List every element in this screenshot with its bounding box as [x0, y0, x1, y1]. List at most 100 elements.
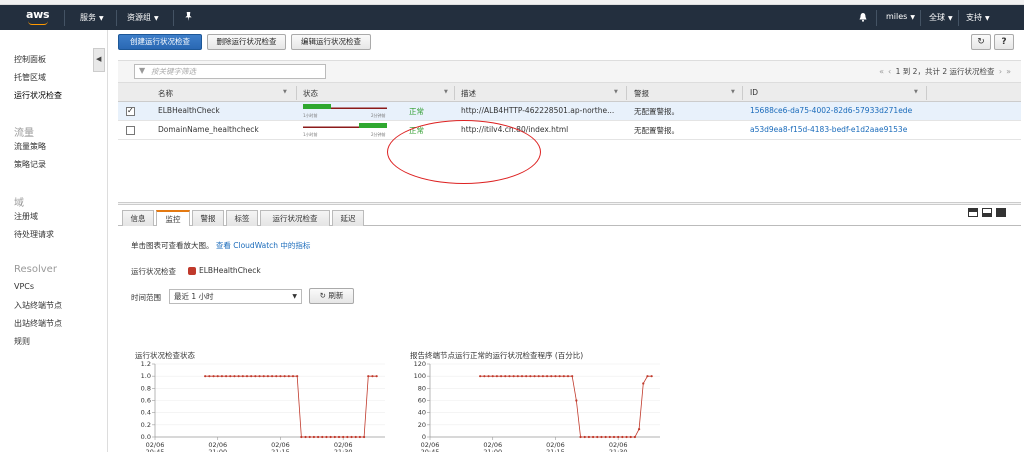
data-point: [312, 435, 316, 439]
split-pane-divider[interactable]: [118, 202, 1021, 205]
support-label: 支持: [966, 13, 982, 22]
x-tick-label: 21:30: [609, 448, 628, 452]
region-label: 全球: [929, 13, 945, 22]
time-range-value: 最近 1 小时: [174, 292, 214, 301]
data-point: [487, 375, 490, 378]
support-menu[interactable]: 支持 ▼: [966, 12, 990, 23]
status-sparkline: 1小时前 2分钟前: [303, 123, 387, 137]
red-circle-annotation: [387, 120, 541, 184]
tab-health-checkers[interactable]: 运行状况检查: [260, 210, 330, 226]
sidebar-item-health-checks[interactable]: 运行状况检查: [14, 90, 62, 101]
resource-groups-menu[interactable]: 资源组 ▼: [127, 12, 159, 23]
y-tick-label: 0.8: [141, 384, 151, 392]
spark-right-label: 2分钟前: [371, 131, 386, 137]
services-label: 服务: [80, 13, 96, 22]
data-point: [646, 375, 649, 378]
first-page-icon[interactable]: «: [879, 67, 884, 76]
data-point: [308, 435, 311, 439]
table-row[interactable]: DomainName_healthcheck 1小时前 2分钟前 正常 http…: [118, 121, 1021, 140]
y-tick-label: 60: [418, 397, 426, 405]
col-name[interactable]: 名称: [158, 88, 173, 99]
prev-page-icon[interactable]: ‹: [888, 67, 891, 76]
user-label: miles: [886, 12, 908, 21]
y-tick-label: 0.6: [141, 397, 151, 405]
sidebar-item-vpcs[interactable]: VPCs: [14, 282, 34, 291]
health-status-chart[interactable]: 0.00.20.40.60.81.01.202/0620:4502/0621:0…: [128, 360, 388, 452]
data-point: [587, 435, 591, 439]
sort-caret-icon[interactable]: ▼: [614, 89, 618, 95]
sidebar-item-pending-requests[interactable]: 待处理请求: [14, 229, 54, 240]
delete-health-check-button[interactable]: 删除运行状况检查: [207, 34, 286, 50]
healthy-percentage-chart[interactable]: 02040608010012002/0620:4502/0621:0002/06…: [403, 360, 663, 452]
tab-alarms[interactable]: 警报: [192, 210, 224, 226]
layout-full-icon[interactable]: [996, 208, 1006, 217]
sidebar-item-dashboard[interactable]: 控制面板: [14, 54, 46, 65]
aws-logo[interactable]: aws: [26, 8, 52, 26]
sidebar-section-traffic: 流量: [14, 128, 34, 139]
row-name: DomainName_healthcheck: [158, 125, 259, 134]
edit-health-check-button[interactable]: 编辑运行状况检查: [291, 34, 371, 50]
sidebar-item-policy-records[interactable]: 策略记录: [14, 159, 46, 170]
filter-row: ▼ « ‹ 1 到 2，共计 2 运行状况检查 › »: [118, 60, 1021, 82]
data-point: [266, 375, 270, 378]
time-range-select[interactable]: 最近 1 小时 ▼: [169, 289, 302, 304]
data-point: [321, 435, 324, 439]
layout-split-icon[interactable]: [982, 208, 992, 217]
refresh-icon: ↻: [319, 291, 326, 300]
col-alarms[interactable]: 警报: [634, 88, 649, 99]
data-point: [508, 375, 511, 378]
services-menu[interactable]: 服务 ▼: [80, 12, 104, 23]
y-tick-label: 0: [422, 433, 426, 441]
col-id[interactable]: ID: [750, 88, 758, 97]
bell-icon[interactable]: [858, 12, 868, 22]
sidebar-collapse-toggle[interactable]: ◀: [93, 48, 105, 72]
tab-info[interactable]: 信息: [122, 210, 154, 226]
data-point: [304, 435, 307, 439]
sort-caret-icon[interactable]: ▼: [914, 89, 918, 95]
row-alarm: 无配置警报。: [634, 126, 679, 135]
refresh-button[interactable]: ↻ 刷新: [309, 288, 354, 304]
health-check-label: 运行状况检查: [131, 267, 176, 276]
sidebar-item-registered-domains[interactable]: 注册域: [14, 211, 38, 222]
sidebar-item-traffic-policies[interactable]: 流量策略: [14, 141, 46, 152]
data-point: [229, 375, 232, 378]
sort-caret-icon[interactable]: ▼: [283, 89, 287, 95]
filter-input[interactable]: [151, 66, 321, 77]
pin-icon[interactable]: [184, 12, 193, 23]
sidebar-item-hosted-zones[interactable]: 托管区域: [14, 72, 46, 83]
data-point: [612, 435, 616, 439]
layout-bottom-icon[interactable]: [968, 208, 978, 217]
row-checkbox[interactable]: [126, 126, 135, 135]
user-menu[interactable]: miles ▼: [886, 12, 915, 21]
tab-tags[interactable]: 标签: [226, 210, 258, 226]
tab-monitoring[interactable]: 监控: [156, 210, 190, 227]
data-point: [499, 375, 503, 378]
tab-latency[interactable]: 延迟: [332, 210, 364, 226]
table-row[interactable]: ELBHealthCheck 1小时前 2分钟前 正常 http://ALB4H…: [118, 102, 1021, 121]
create-health-check-button[interactable]: 创建运行状况检查: [118, 34, 202, 50]
sort-caret-icon[interactable]: ▼: [444, 89, 448, 95]
data-point: [270, 375, 274, 378]
sidebar-item-outbound-endpoints[interactable]: 出站终端节点: [14, 318, 62, 329]
sidebar-item-rules[interactable]: 规则: [14, 336, 30, 347]
data-point: [520, 375, 524, 378]
row-checkbox[interactable]: [126, 106, 135, 116]
col-description[interactable]: 描述: [461, 88, 476, 99]
sort-caret-icon[interactable]: ▼: [731, 89, 735, 95]
region-menu[interactable]: 全球 ▼: [929, 12, 953, 23]
next-page-icon[interactable]: ›: [999, 67, 1002, 76]
row-id-link[interactable]: 15688ce6-da75-4002-82d6-57933d271ede: [750, 106, 912, 115]
col-status[interactable]: 状态: [303, 88, 318, 99]
refresh-list-button[interactable]: ↻: [971, 34, 991, 50]
last-page-icon[interactable]: »: [1006, 67, 1011, 76]
data-point: [216, 375, 219, 378]
cloudwatch-link[interactable]: 查看 CloudWatch 中的指标: [216, 241, 311, 250]
row-id-link[interactable]: a53d9ea8-f15d-4183-bedf-e1d2aae9153e: [750, 125, 907, 134]
data-point: [550, 375, 553, 378]
data-point: [254, 375, 257, 378]
help-button[interactable]: ?: [994, 34, 1014, 50]
data-point: [224, 375, 228, 378]
x-tick-label: 21:15: [271, 448, 290, 452]
chevron-down-icon: ▼: [292, 293, 297, 300]
sidebar-item-inbound-endpoints[interactable]: 入站终端节点: [14, 300, 62, 311]
